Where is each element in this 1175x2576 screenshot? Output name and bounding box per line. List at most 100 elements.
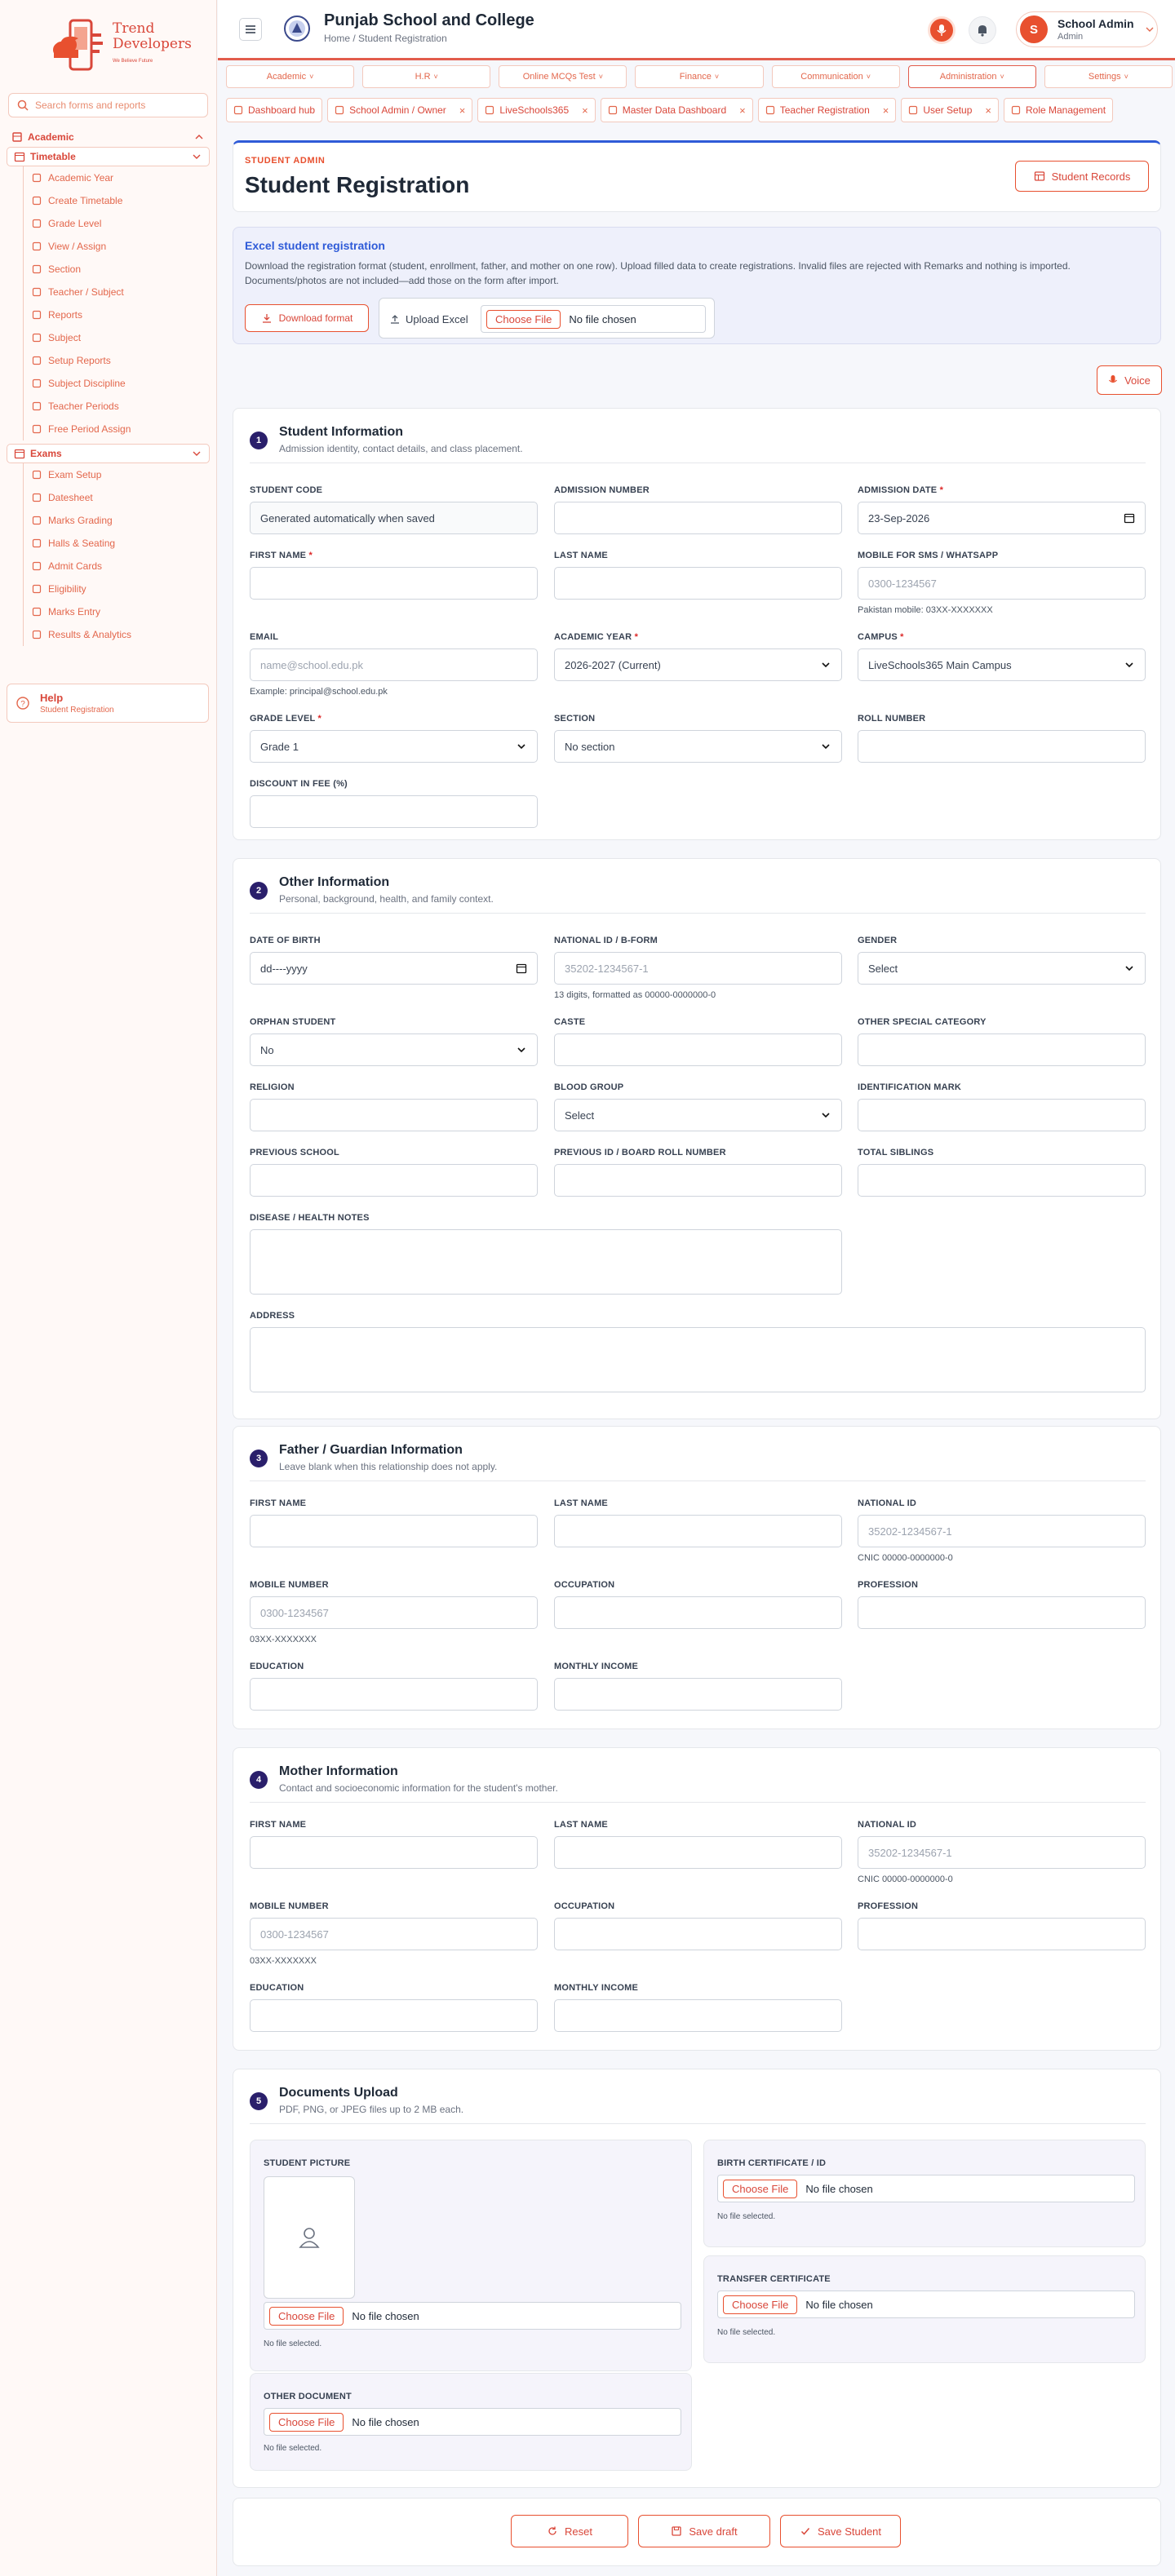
nav-academic[interactable]: Academic ˅ <box>226 65 355 88</box>
sidebar-item-free-period-assign[interactable]: Free Period Assign <box>24 418 216 440</box>
birth-certificate-file-input[interactable]: Choose File No file chosen <box>717 2175 1135 2202</box>
father-first-name-field[interactable] <box>250 1515 538 1547</box>
sidebar-item-results-analytics[interactable]: Results & Analytics <box>24 623 216 646</box>
close-icon[interactable]: × <box>459 104 466 117</box>
mother-mobile-field[interactable]: 0300-1234567 <box>250 1918 538 1950</box>
roll-number-field[interactable] <box>858 730 1146 763</box>
sidebar-item-marks-entry[interactable]: Marks Entry <box>24 600 216 623</box>
health-notes-textarea[interactable] <box>250 1229 842 1295</box>
mother-education-field[interactable] <box>250 1999 538 2032</box>
sidebar-item-eligibility[interactable]: Eligibility <box>24 578 216 600</box>
choose-file-button[interactable]: Choose File <box>723 2295 798 2314</box>
total-siblings-field[interactable] <box>858 1164 1146 1197</box>
student-picture-file-input[interactable]: Choose File No file chosen <box>264 2302 681 2330</box>
sidebar-item-grade-level[interactable]: Grade Level <box>24 212 216 235</box>
mother-national-id-field[interactable]: 35202-1234567-1 <box>858 1836 1146 1869</box>
tab-teacher-registration[interactable]: Teacher Registration × <box>757 98 897 122</box>
sidebar-item-section[interactable]: Section <box>24 258 216 281</box>
sidebar-item-timetable[interactable]: Timetable <box>7 147 210 166</box>
nav-administration[interactable]: Administration ˅ <box>907 65 1036 88</box>
religion-field[interactable] <box>250 1099 538 1131</box>
tab-user-setup[interactable]: User Setup × <box>901 98 999 122</box>
sidebar-search-input[interactable]: Search forms and reports <box>8 93 208 117</box>
last-name-field[interactable] <box>554 567 842 600</box>
sidebar-item-teacher-periods[interactable]: Teacher Periods <box>24 395 216 418</box>
father-mobile-field[interactable]: 0300-1234567 <box>250 1596 538 1629</box>
address-textarea[interactable] <box>250 1327 1146 1392</box>
previous-roll-field[interactable] <box>554 1164 842 1197</box>
close-icon[interactable]: × <box>883 104 889 117</box>
first-name-field[interactable] <box>250 567 538 600</box>
tab-role-management[interactable]: Role Management <box>1004 98 1114 122</box>
sidebar-item-teacher-subject[interactable]: Teacher / Subject <box>24 281 216 303</box>
father-education-field[interactable] <box>250 1678 538 1711</box>
mother-first-name-field[interactable] <box>250 1836 538 1869</box>
close-icon[interactable]: × <box>582 104 588 117</box>
student-records-button[interactable]: Student Records <box>1015 161 1149 192</box>
choose-file-button[interactable]: Choose File <box>269 2412 344 2432</box>
sidebar-item-datesheet[interactable]: Datesheet <box>24 486 216 509</box>
sidebar-item-reports[interactable]: Reports <box>24 303 216 326</box>
tab-dashboard-hub[interactable]: Dashboard hub <box>226 98 323 122</box>
voice-fill-button[interactable]: Voice <box>1097 365 1162 395</box>
choose-file-button[interactable]: Choose File <box>723 2179 798 2198</box>
close-icon[interactable]: × <box>739 104 746 117</box>
sidebar-item-academic-year[interactable]: Academic Year <box>24 166 216 189</box>
admission-date-field[interactable]: 23-Sep-2026 <box>858 502 1146 534</box>
help-panel[interactable]: ? Help Student Registration <box>7 684 209 723</box>
reset-button[interactable]: Reset <box>511 2515 628 2547</box>
admission-number-field[interactable] <box>554 502 842 534</box>
national-id-field[interactable]: 35202-1234567-1 <box>554 952 842 985</box>
sidebar-item-admit-cards[interactable]: Admit Cards <box>24 555 216 578</box>
sidebar-item-halls-seating[interactable]: Halls & Seating <box>24 532 216 555</box>
sidebar-item-subject-discipline[interactable]: Subject Discipline <box>24 372 216 395</box>
nav-settings[interactable]: Settings ˅ <box>1044 65 1173 88</box>
sidebar-item-setup-reports[interactable]: Setup Reports <box>24 349 216 372</box>
section-select[interactable]: No section <box>554 730 842 763</box>
notifications-button[interactable] <box>969 16 996 44</box>
sidebar-item-exam-setup[interactable]: Exam Setup <box>24 463 216 486</box>
email-field[interactable]: name@school.edu.pk <box>250 648 538 681</box>
tab-master-data-dashboard[interactable]: Master Data Dashboard × <box>600 98 753 122</box>
nav-communication[interactable]: Communication ˅ <box>771 65 900 88</box>
academic-year-select[interactable]: 2026-2027 (Current) <box>554 648 842 681</box>
mobile-field[interactable]: 0300-1234567 <box>858 567 1146 600</box>
father-last-name-field[interactable] <box>554 1515 842 1547</box>
nav-h-r[interactable]: H.R ˅ <box>362 65 491 88</box>
save-student-button[interactable]: Save Student <box>780 2515 901 2547</box>
father-income-field[interactable] <box>554 1678 842 1711</box>
mother-income-field[interactable] <box>554 1999 842 2032</box>
nav-online-mcqs-test[interactable]: Online MCQs Test ˅ <box>499 65 627 88</box>
mother-occupation-field[interactable] <box>554 1918 842 1950</box>
close-icon[interactable]: × <box>985 104 991 117</box>
sidebar-item-create-timetable[interactable]: Create Timetable <box>24 189 216 212</box>
gender-select[interactable]: Select <box>858 952 1146 985</box>
special-category-field[interactable] <box>858 1033 1146 1066</box>
brand-logo[interactable]: Trend Developers We Believe Future <box>0 0 216 75</box>
blood-group-select[interactable]: Select <box>554 1099 842 1131</box>
sidebar-item-view-assign[interactable]: View / Assign <box>24 235 216 258</box>
sidebar-item-subject[interactable]: Subject <box>24 326 216 349</box>
excel-choose-file-button[interactable]: Choose File <box>486 309 561 329</box>
voice-assistant-button[interactable] <box>928 16 956 44</box>
mother-profession-field[interactable] <box>858 1918 1146 1950</box>
grade-level-select[interactable]: Grade 1 <box>250 730 538 763</box>
orphan-select[interactable]: No <box>250 1033 538 1066</box>
dob-field[interactable]: dd----yyyy <box>250 952 538 985</box>
nav-finance[interactable]: Finance ˅ <box>635 65 764 88</box>
father-profession-field[interactable] <box>858 1596 1146 1629</box>
transfer-certificate-file-input[interactable]: Choose File No file chosen <box>717 2291 1135 2318</box>
choose-file-button[interactable]: Choose File <box>269 2306 344 2326</box>
user-profile-menu[interactable]: S School Admin Admin <box>1016 11 1158 47</box>
sidebar-item-exams[interactable]: Exams <box>7 444 210 463</box>
sidebar-group-academic[interactable]: Academic <box>0 127 216 147</box>
previous-school-field[interactable] <box>250 1164 538 1197</box>
save-draft-button[interactable]: Save draft <box>638 2515 770 2547</box>
caste-field[interactable] <box>554 1033 842 1066</box>
tab-school-admin-owner[interactable]: School Admin / Owner × <box>327 98 473 122</box>
download-format-button[interactable]: Download format <box>245 304 369 332</box>
mother-last-name-field[interactable] <box>554 1836 842 1869</box>
other-document-file-input[interactable]: Choose File No file chosen <box>264 2408 681 2436</box>
father-national-id-field[interactable]: 35202-1234567-1 <box>858 1515 1146 1547</box>
sidebar-item-marks-grading[interactable]: Marks Grading <box>24 509 216 532</box>
